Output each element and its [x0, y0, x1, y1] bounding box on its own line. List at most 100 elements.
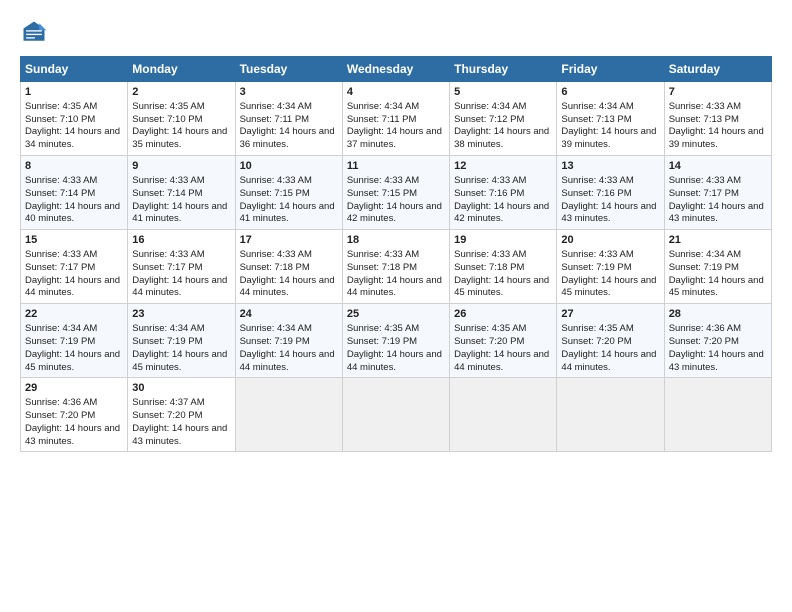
day-number: 15 — [25, 233, 123, 248]
col-header-saturday: Saturday — [664, 57, 771, 82]
daylight-text: Daylight: 14 hours and 41 minutes. — [132, 201, 230, 227]
daylight-text: Daylight: 14 hours and 38 minutes. — [454, 126, 552, 152]
day-number: 17 — [240, 233, 338, 248]
sunset-text: Sunset: 7:15 PM — [347, 188, 445, 201]
day-number: 21 — [669, 233, 767, 248]
sunset-text: Sunset: 7:20 PM — [561, 336, 659, 349]
daylight-text: Daylight: 14 hours and 36 minutes. — [240, 126, 338, 152]
daylight-text: Daylight: 14 hours and 44 minutes. — [347, 275, 445, 301]
day-number: 23 — [132, 307, 230, 322]
calendar-cell — [342, 378, 449, 452]
sunrise-text: Sunrise: 4:34 AM — [25, 323, 123, 336]
sunset-text: Sunset: 7:14 PM — [132, 188, 230, 201]
day-number: 14 — [669, 159, 767, 174]
daylight-text: Daylight: 14 hours and 43 minutes. — [132, 423, 230, 449]
sunrise-text: Sunrise: 4:34 AM — [132, 323, 230, 336]
calendar-cell: 1Sunrise: 4:35 AMSunset: 7:10 PMDaylight… — [21, 82, 128, 156]
col-header-thursday: Thursday — [450, 57, 557, 82]
sunset-text: Sunset: 7:11 PM — [240, 114, 338, 127]
daylight-text: Daylight: 14 hours and 42 minutes. — [454, 201, 552, 227]
daylight-text: Daylight: 14 hours and 45 minutes. — [132, 349, 230, 375]
calendar-cell: 14Sunrise: 4:33 AMSunset: 7:17 PMDayligh… — [664, 156, 771, 230]
calendar-cell: 13Sunrise: 4:33 AMSunset: 7:16 PMDayligh… — [557, 156, 664, 230]
sunrise-text: Sunrise: 4:34 AM — [347, 101, 445, 114]
col-header-monday: Monday — [128, 57, 235, 82]
col-header-sunday: Sunday — [21, 57, 128, 82]
col-header-wednesday: Wednesday — [342, 57, 449, 82]
day-number: 13 — [561, 159, 659, 174]
day-number: 26 — [454, 307, 552, 322]
daylight-text: Daylight: 14 hours and 44 minutes. — [347, 349, 445, 375]
sunrise-text: Sunrise: 4:33 AM — [454, 175, 552, 188]
sunrise-text: Sunrise: 4:34 AM — [240, 101, 338, 114]
sunrise-text: Sunrise: 4:34 AM — [454, 101, 552, 114]
sunrise-text: Sunrise: 4:33 AM — [347, 175, 445, 188]
sunrise-text: Sunrise: 4:33 AM — [132, 175, 230, 188]
daylight-text: Daylight: 14 hours and 44 minutes. — [561, 349, 659, 375]
calendar-cell: 27Sunrise: 4:35 AMSunset: 7:20 PMDayligh… — [557, 304, 664, 378]
sunset-text: Sunset: 7:18 PM — [454, 262, 552, 275]
sunrise-text: Sunrise: 4:33 AM — [561, 175, 659, 188]
calendar-cell — [557, 378, 664, 452]
sunset-text: Sunset: 7:19 PM — [240, 336, 338, 349]
day-number: 22 — [25, 307, 123, 322]
calendar-cell: 6Sunrise: 4:34 AMSunset: 7:13 PMDaylight… — [557, 82, 664, 156]
sunset-text: Sunset: 7:19 PM — [347, 336, 445, 349]
day-number: 4 — [347, 85, 445, 100]
calendar-cell: 19Sunrise: 4:33 AMSunset: 7:18 PMDayligh… — [450, 230, 557, 304]
calendar-cell: 17Sunrise: 4:33 AMSunset: 7:18 PMDayligh… — [235, 230, 342, 304]
calendar-cell: 9Sunrise: 4:33 AMSunset: 7:14 PMDaylight… — [128, 156, 235, 230]
daylight-text: Daylight: 14 hours and 45 minutes. — [669, 275, 767, 301]
sunset-text: Sunset: 7:17 PM — [25, 262, 123, 275]
page: SundayMondayTuesdayWednesdayThursdayFrid… — [0, 0, 792, 612]
sunset-text: Sunset: 7:15 PM — [240, 188, 338, 201]
day-number: 27 — [561, 307, 659, 322]
sunrise-text: Sunrise: 4:34 AM — [669, 249, 767, 262]
sunrise-text: Sunrise: 4:34 AM — [240, 323, 338, 336]
calendar-cell: 22Sunrise: 4:34 AMSunset: 7:19 PMDayligh… — [21, 304, 128, 378]
day-number: 9 — [132, 159, 230, 174]
daylight-text: Daylight: 14 hours and 44 minutes. — [240, 349, 338, 375]
calendar-cell: 23Sunrise: 4:34 AMSunset: 7:19 PMDayligh… — [128, 304, 235, 378]
daylight-text: Daylight: 14 hours and 34 minutes. — [25, 126, 123, 152]
sunset-text: Sunset: 7:19 PM — [25, 336, 123, 349]
daylight-text: Daylight: 14 hours and 45 minutes. — [25, 349, 123, 375]
sunset-text: Sunset: 7:10 PM — [25, 114, 123, 127]
calendar-cell: 25Sunrise: 4:35 AMSunset: 7:19 PMDayligh… — [342, 304, 449, 378]
day-number: 25 — [347, 307, 445, 322]
daylight-text: Daylight: 14 hours and 44 minutes. — [132, 275, 230, 301]
day-number: 20 — [561, 233, 659, 248]
sunset-text: Sunset: 7:12 PM — [454, 114, 552, 127]
sunrise-text: Sunrise: 4:33 AM — [25, 249, 123, 262]
day-number: 18 — [347, 233, 445, 248]
daylight-text: Daylight: 14 hours and 45 minutes. — [454, 275, 552, 301]
sunrise-text: Sunrise: 4:35 AM — [454, 323, 552, 336]
header — [20, 18, 772, 46]
sunrise-text: Sunrise: 4:35 AM — [25, 101, 123, 114]
sunrise-text: Sunrise: 4:35 AM — [347, 323, 445, 336]
sunrise-text: Sunrise: 4:36 AM — [25, 397, 123, 410]
daylight-text: Daylight: 14 hours and 39 minutes. — [669, 126, 767, 152]
day-number: 29 — [25, 381, 123, 396]
sunset-text: Sunset: 7:16 PM — [454, 188, 552, 201]
sunrise-text: Sunrise: 4:34 AM — [561, 101, 659, 114]
sunset-text: Sunset: 7:17 PM — [669, 188, 767, 201]
sunset-text: Sunset: 7:11 PM — [347, 114, 445, 127]
sunset-text: Sunset: 7:16 PM — [561, 188, 659, 201]
day-number: 16 — [132, 233, 230, 248]
sunset-text: Sunset: 7:20 PM — [669, 336, 767, 349]
sunset-text: Sunset: 7:20 PM — [454, 336, 552, 349]
calendar-table: SundayMondayTuesdayWednesdayThursdayFrid… — [20, 56, 772, 452]
calendar-cell: 16Sunrise: 4:33 AMSunset: 7:17 PMDayligh… — [128, 230, 235, 304]
day-number: 19 — [454, 233, 552, 248]
calendar-cell — [450, 378, 557, 452]
sunset-text: Sunset: 7:18 PM — [347, 262, 445, 275]
daylight-text: Daylight: 14 hours and 44 minutes. — [454, 349, 552, 375]
daylight-text: Daylight: 14 hours and 42 minutes. — [347, 201, 445, 227]
day-number: 10 — [240, 159, 338, 174]
calendar-cell: 11Sunrise: 4:33 AMSunset: 7:15 PMDayligh… — [342, 156, 449, 230]
sunset-text: Sunset: 7:19 PM — [132, 336, 230, 349]
logo — [20, 18, 52, 46]
calendar-cell: 4Sunrise: 4:34 AMSunset: 7:11 PMDaylight… — [342, 82, 449, 156]
sunset-text: Sunset: 7:13 PM — [561, 114, 659, 127]
